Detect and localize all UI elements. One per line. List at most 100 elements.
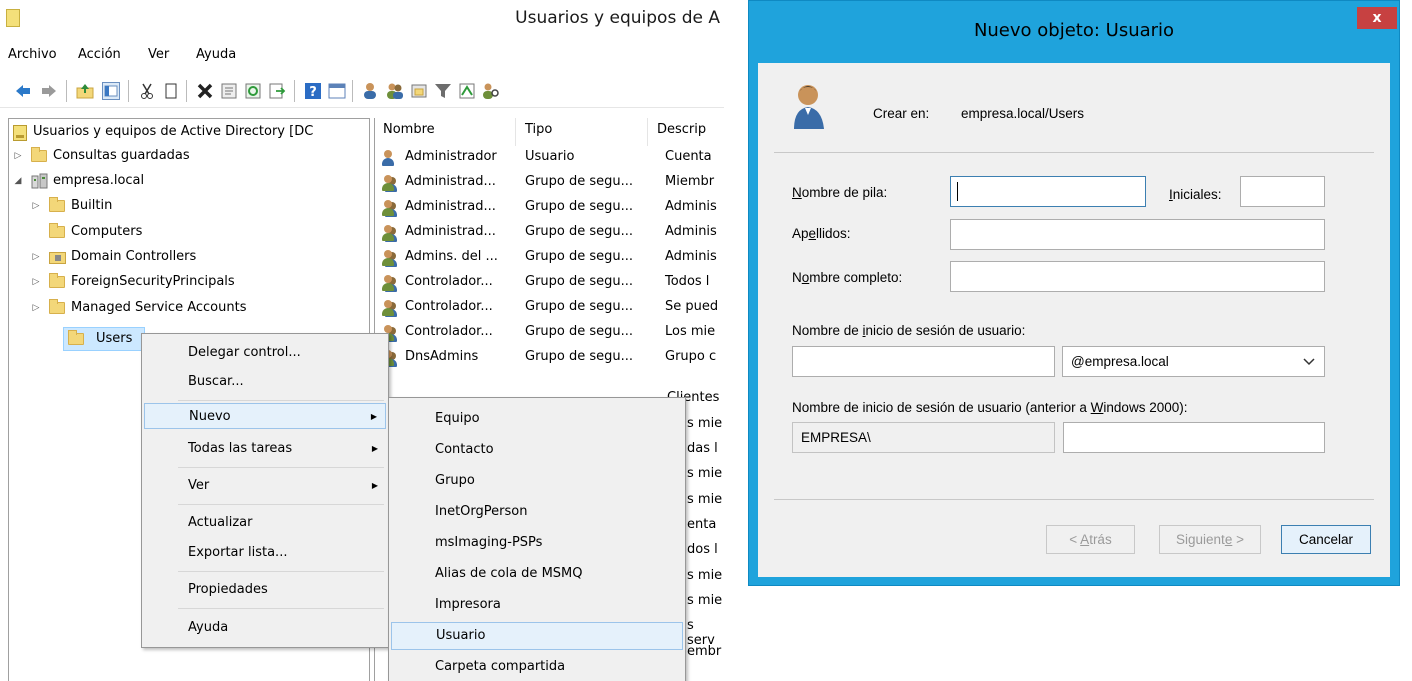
delete-icon[interactable] [196, 82, 214, 100]
logon-name-input[interactable] [792, 346, 1055, 377]
help-icon[interactable]: ? [304, 82, 322, 100]
folder-icon [49, 299, 65, 314]
list-item[interactable]: Administrador Usuario Cuenta [375, 146, 724, 170]
menu-accion[interactable]: Acción [78, 47, 121, 62]
expand-arrow-icon[interactable]: ▷ [31, 195, 41, 217]
submenu-item-equipo[interactable]: Equipo [391, 406, 683, 432]
menu-bar: Archivo Acción Ver Ayuda [0, 44, 724, 68]
group-icon [381, 200, 395, 216]
menu-item-buscar[interactable]: Buscar... [144, 369, 386, 395]
column-header-nombre[interactable]: Nombre [383, 122, 435, 137]
legacy-logon-input[interactable] [1063, 422, 1325, 453]
list-item[interactable]: Controlador... Grupo de segu... Los mie [375, 321, 724, 345]
title-bar[interactable]: Usuarios y equipos de A [0, 0, 724, 40]
initials-input[interactable] [1240, 176, 1325, 207]
find-users-icon[interactable] [482, 82, 500, 100]
expand-arrow-icon[interactable]: ▷ [31, 297, 41, 319]
tree-item-domain[interactable]: ◢ empresa.local [13, 170, 363, 192]
submenu-item-msimaging-psps[interactable]: msImaging-PSPs [391, 530, 683, 556]
tree-item-foreign-security-principals[interactable]: ▷ ForeignSecurityPrincipals [31, 271, 361, 293]
expand-arrow-icon[interactable]: ▷ [31, 246, 41, 268]
properties-icon[interactable] [220, 82, 238, 100]
menu-item-delegar-control[interactable]: Delegar control... [144, 340, 386, 366]
first-name-input[interactable] [950, 176, 1146, 207]
domain-suffix-select[interactable]: @empresa.local [1062, 346, 1325, 377]
up-folder-icon[interactable] [76, 82, 94, 100]
submenu-arrow-icon: ▶ [371, 444, 378, 453]
list-desc-fragment: das l [687, 441, 718, 456]
menu-item-nuevo[interactable]: Nuevo ▶ [144, 403, 386, 429]
show-hide-tree-icon[interactable] [102, 82, 120, 100]
column-header-descripcion[interactable]: Descrip [657, 122, 706, 137]
cancel-button[interactable]: Cancelar [1281, 525, 1371, 554]
submenu-item-alias-msmq[interactable]: Alias de cola de MSMQ [391, 561, 683, 587]
expand-arrow-icon[interactable]: ▷ [31, 271, 41, 293]
menu-ver[interactable]: Ver [148, 47, 169, 62]
last-name-input[interactable] [950, 219, 1325, 250]
submenu-item-impresora[interactable]: Impresora [391, 592, 683, 618]
submenu-item-grupo[interactable]: Grupo [391, 468, 683, 494]
dialog-title-bar[interactable]: Nuevo objeto: Usuario x [749, 1, 1399, 59]
back-button[interactable]: < Atrás [1046, 525, 1135, 554]
list-item[interactable]: Administrad... Grupo de segu... Adminis [375, 196, 724, 220]
domain-icon [31, 173, 48, 189]
tree-item-computers[interactable]: Computers [31, 221, 361, 243]
refresh-icon[interactable] [244, 82, 262, 100]
submenu-arrow-icon: ▶ [371, 481, 378, 490]
collapse-arrow-icon[interactable]: ◢ [13, 170, 23, 192]
full-name-input[interactable] [950, 261, 1325, 292]
menu-item-exportar-lista[interactable]: Exportar lista... [144, 540, 386, 566]
toolbar-separator [352, 80, 353, 102]
column-divider[interactable] [647, 118, 648, 146]
new-user-icon[interactable] [362, 82, 380, 100]
copy-icon[interactable] [162, 82, 180, 100]
chevron-down-icon[interactable] [1303, 358, 1315, 366]
submenu-item-inetorgperson[interactable]: InetOrgPerson [391, 499, 683, 525]
toolbar-separator [66, 80, 67, 102]
column-divider[interactable] [515, 118, 516, 146]
forward-icon[interactable] [40, 82, 58, 100]
new-ou-icon[interactable] [410, 82, 428, 100]
tree-item-managed-service-accounts[interactable]: ▷ Managed Service Accounts [31, 297, 361, 319]
add-to-group-icon[interactable] [458, 82, 476, 100]
first-name-label: Nombre de pila: [792, 185, 888, 200]
tree-item-saved-queries[interactable]: ▷ Consultas guardadas [13, 145, 363, 167]
expand-arrow-icon[interactable]: ▷ [13, 145, 23, 167]
tree-item-users[interactable]: Users [63, 327, 145, 351]
menu-item-actualizar[interactable]: Actualizar [144, 510, 386, 536]
list-item[interactable]: Administrad... Grupo de segu... Miembr [375, 171, 724, 195]
menu-item-ver[interactable]: Ver ▶ [144, 473, 386, 499]
svg-text:?: ? [309, 85, 317, 100]
list-desc-fragment: s mie [687, 416, 723, 431]
full-name-label: Nombre completo: [792, 270, 903, 285]
menu-ayuda[interactable]: Ayuda [196, 47, 236, 62]
column-header-tipo[interactable]: Tipo [525, 122, 552, 137]
user-avatar-icon [794, 85, 824, 129]
menu-item-ayuda[interactable]: Ayuda [144, 615, 386, 641]
next-button[interactable]: Siguiente > [1159, 525, 1261, 554]
legacy-domain-field: EMPRESA\ [792, 422, 1055, 453]
submenu-item-usuario[interactable]: Usuario [391, 622, 683, 650]
submenu-item-contacto[interactable]: Contacto [391, 437, 683, 463]
list-item[interactable]: Controlador... Grupo de segu... Se pued [375, 296, 724, 320]
list-item[interactable]: Controlador... Grupo de segu... Todos l [375, 271, 724, 295]
list-item[interactable]: DnsAdmins Grupo de segu... Grupo c [375, 346, 724, 370]
console-icon[interactable] [328, 82, 346, 100]
list-desc-fragment: s mie [687, 568, 723, 583]
list-item[interactable]: Administrad... Grupo de segu... Adminis [375, 221, 724, 245]
menu-item-propiedades[interactable]: Propiedades [144, 577, 386, 603]
close-button[interactable]: x [1357, 7, 1397, 29]
tree-item-domain-controllers[interactable]: ▷ Domain Controllers [31, 246, 361, 268]
back-icon[interactable] [14, 82, 32, 100]
menu-item-todas-las-tareas[interactable]: Todas las tareas ▶ [144, 436, 386, 462]
export-list-icon[interactable] [268, 82, 286, 100]
tree-item-builtin[interactable]: ▷ Builtin [31, 195, 361, 217]
list-item[interactable]: Admins. del ... Grupo de segu... Adminis [375, 246, 724, 270]
submenu-item-carpeta-compartida[interactable]: Carpeta compartida [391, 654, 683, 680]
new-group-icon[interactable] [386, 82, 404, 100]
menu-separator [178, 400, 384, 401]
list-desc-fragment: s mie [687, 593, 723, 608]
cut-icon[interactable] [138, 82, 156, 100]
menu-archivo[interactable]: Archivo [8, 47, 57, 62]
filter-icon[interactable] [434, 82, 452, 100]
